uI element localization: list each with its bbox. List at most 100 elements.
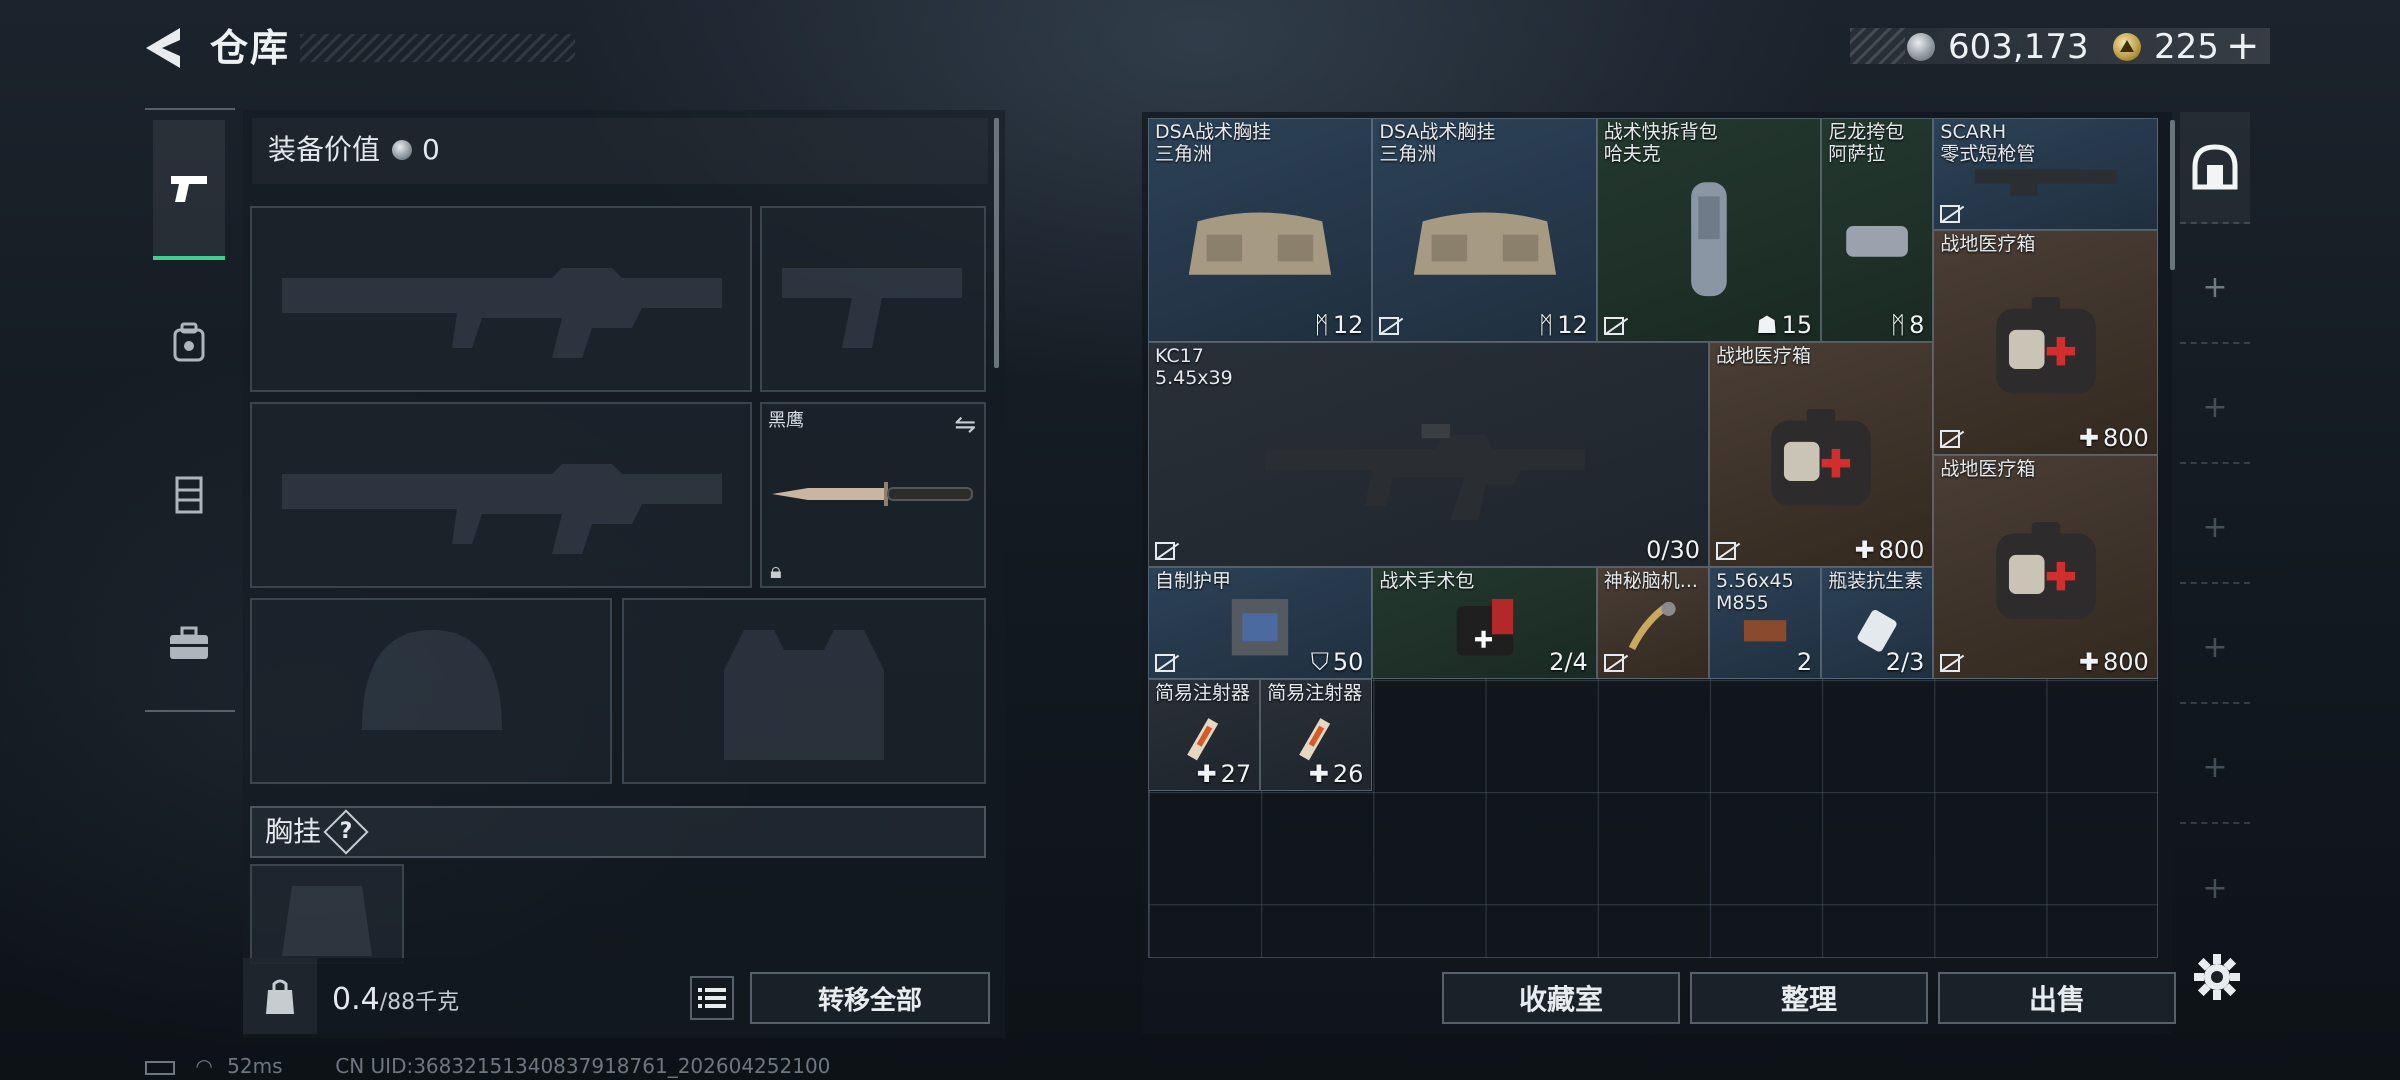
stash-item[interactable]: 战地医疗箱 ✚ 800 xyxy=(1933,230,2158,455)
quantity-value: 27 xyxy=(1220,760,1252,789)
plus-icon: ✚ xyxy=(2078,423,2099,452)
status-bar: ◠ 52ms CN UID:36832151340837918761_20260… xyxy=(145,1054,830,1078)
melee-slot[interactable]: 黑鹰 ⇋ 🔒︎ xyxy=(760,402,986,588)
primary-weapon-slot[interactable] xyxy=(250,206,752,392)
stash-page-add[interactable]: + xyxy=(2180,352,2250,464)
non-tradeable-icon xyxy=(1940,429,1961,448)
stash-item[interactable]: 尼龙挎包 阿萨拉 ᛗ 8 xyxy=(1821,118,1934,343)
quantity-value: 2 xyxy=(1796,647,1813,676)
stash-page-add[interactable]: + xyxy=(2180,472,2250,584)
briefcase-icon xyxy=(170,626,208,659)
knife-icon xyxy=(772,482,973,506)
collection-room-button[interactable]: 收藏室 xyxy=(1442,972,1680,1024)
transfer-all-button[interactable]: 转移全部 xyxy=(750,972,990,1024)
non-tradeable-icon xyxy=(1940,205,1961,224)
item-name: 战地医疗箱 xyxy=(1940,458,2035,480)
capacity-icon: ᛗ xyxy=(1314,311,1329,340)
stash-item[interactable]: 瓶装抗生素 2/3 xyxy=(1821,566,1934,679)
vest-icon xyxy=(175,476,203,514)
item-quantity: 2/4 xyxy=(1549,648,1588,676)
armor-silhouette-icon xyxy=(724,630,884,760)
weight-readout: 0.4/88千克 xyxy=(332,980,459,1023)
settings-button[interactable] xyxy=(2192,952,2242,1002)
item-title: DSA战术胸挂 xyxy=(1379,121,1496,143)
stash-page-add[interactable]: + xyxy=(2180,592,2250,704)
sell-button[interactable]: 出售 xyxy=(1938,972,2176,1024)
stash-page-add[interactable]: + xyxy=(2180,712,2250,824)
organize-button[interactable]: 整理 xyxy=(1690,972,1928,1024)
stash-item[interactable]: 神秘脑机... xyxy=(1596,566,1709,679)
item-title: 简易注射器 xyxy=(1267,682,1363,704)
gold-balance: 225 xyxy=(2154,27,2219,67)
plus-icon: + xyxy=(2202,269,2228,305)
stash-scrollbar[interactable] xyxy=(2170,120,2175,270)
swap-icon[interactable]: ⇋ xyxy=(954,410,976,440)
pistol-slot[interactable] xyxy=(760,206,986,392)
chest-rig-slot[interactable] xyxy=(250,864,404,964)
stash-item[interactable]: DSA战术胸挂 三角洲 ᛗ 12 xyxy=(1148,118,1373,343)
helmet-slot[interactable] xyxy=(250,598,612,784)
stash-item[interactable]: KC17 5.45x39 0/30 xyxy=(1148,342,1709,567)
stash-page-main[interactable] xyxy=(2180,112,2250,224)
equipment-scrollbar[interactable] xyxy=(994,118,999,368)
plus-icon: ✚ xyxy=(1854,535,1875,564)
stash-item[interactable]: SCARH 零式短枪管 xyxy=(1933,118,2158,231)
page-title: 仓库 xyxy=(210,26,291,70)
item-image xyxy=(1732,392,1910,534)
item-subtitle: 哈夫克 xyxy=(1603,143,1661,165)
quantity-value: 12 xyxy=(1557,311,1588,340)
item-title: 瓶装抗生素 xyxy=(1828,569,1924,592)
item-quantity: ☗ 15 xyxy=(1756,311,1812,339)
add-currency-button[interactable]: + xyxy=(2226,24,2260,68)
gear-icon xyxy=(2194,954,2240,1000)
stash-item[interactable]: 战地医疗箱 ✚ 800 xyxy=(1709,342,1934,567)
plus-icon: ✚ xyxy=(1196,760,1217,789)
quantity-value: 800 xyxy=(2102,647,2149,676)
secondary-weapon-slot[interactable] xyxy=(250,402,752,588)
stash-item[interactable]: 战术手术包 2/4 xyxy=(1372,566,1597,679)
item-name: KC17 5.45x39 xyxy=(1155,345,1233,389)
stash-item[interactable]: 简易注射器 ✚ 26 xyxy=(1260,679,1373,792)
stash-item[interactable]: 5.56x45 M855 2 xyxy=(1709,566,1822,679)
non-tradeable-icon xyxy=(1603,317,1624,336)
plus-icon: + xyxy=(2202,509,2228,545)
quantity-value: 50 xyxy=(1332,647,1364,676)
stash-page-add[interactable]: + xyxy=(2180,832,2250,944)
melee-name: 黑鹰 xyxy=(768,410,804,431)
tab-weapons[interactable] xyxy=(153,120,225,260)
quantity-value: 8 xyxy=(1909,311,1925,340)
item-name: 瓶装抗生素 xyxy=(1828,570,1923,592)
stash-item[interactable]: 战术快拆背包 哈夫克 ☗ 15 xyxy=(1596,118,1822,343)
non-tradeable-icon xyxy=(1155,653,1175,672)
item-quantity: ✚ 800 xyxy=(1854,536,1924,564)
silver-coin-icon xyxy=(1907,33,1935,61)
tab-briefcase[interactable] xyxy=(153,574,225,714)
list-view-button[interactable] xyxy=(690,976,734,1020)
tab-vest[interactable] xyxy=(153,424,225,564)
item-name: DSA战术胸挂 三角洲 xyxy=(1155,121,1271,165)
item-title: 自制护甲 xyxy=(1155,569,1232,592)
item-quantity: 2 xyxy=(1797,648,1812,676)
stash-item[interactable]: 自制护甲 ⛉ 50 xyxy=(1148,566,1373,679)
chest-rig-label: 胸挂 xyxy=(265,815,322,848)
item-subtitle: 零式短枪管 xyxy=(1940,143,2036,165)
item-quantity: ✚ 26 xyxy=(1309,760,1364,788)
armor-slot[interactable] xyxy=(622,598,986,784)
plus-icon: ✚ xyxy=(2078,647,2099,676)
item-image xyxy=(1171,168,1349,310)
item-subtitle: 三角洲 xyxy=(1155,143,1213,165)
item-image xyxy=(1396,168,1574,310)
stash-page-add[interactable]: + xyxy=(2180,232,2250,344)
stash-item[interactable]: 战地医疗箱 ✚ 800 xyxy=(1933,454,2158,679)
stash-item[interactable]: 简易注射器 ✚ 27 xyxy=(1148,679,1261,792)
item-name: SCARH 零式短枪管 xyxy=(1940,121,2035,165)
non-tradeable-icon xyxy=(1603,653,1624,672)
item-title: SCARH xyxy=(1940,121,2007,143)
item-quantity: 0/30 xyxy=(1646,536,1700,564)
back-button[interactable] xyxy=(140,22,190,74)
tab-backpack[interactable] xyxy=(153,272,225,412)
list-icon xyxy=(698,988,726,1008)
stash-item[interactable]: DSA战术胸挂 三角洲 ᛗ 12 xyxy=(1372,118,1597,343)
item-image xyxy=(1833,168,1921,310)
item-title: 战地医疗箱 xyxy=(1940,457,2036,480)
